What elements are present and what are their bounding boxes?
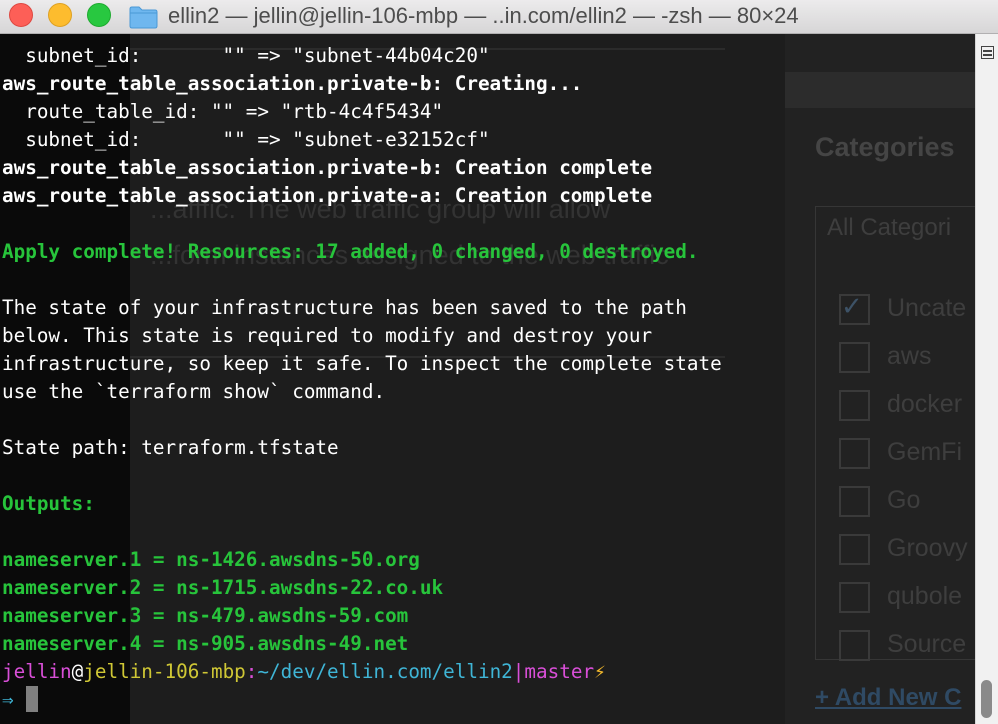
terminal-line: aws_route_table_association.private-a: C… [2, 184, 653, 207]
category-checkbox [839, 582, 870, 613]
shell-prompt: jellin@jellin-106-mbp:~/dev/ellin.com/el… [2, 658, 606, 686]
category-label: Source [887, 630, 967, 658]
terminal-line: below. This state is required to modify … [2, 324, 653, 347]
prompt-user: jellin [2, 660, 72, 683]
category-label: aws [887, 342, 932, 370]
prompt-at: @ [71, 660, 84, 683]
output-line: nameserver.4 = ns-905.awsdns-49.net [2, 632, 409, 655]
terminal-line: use the `terraform show` command. [2, 380, 386, 403]
category-checkbox [839, 390, 870, 421]
category-label: GemFi [887, 438, 962, 466]
prompt-path: ~/dev/ellin.com/ellin2 [257, 660, 513, 683]
terminal-line: infrastructure, so keep it safe. To insp… [2, 352, 722, 375]
text-cursor [25, 686, 38, 712]
terminal-line: route_table_id: "" => "rtb-4c4f5434" [2, 100, 444, 123]
category-checkbox [839, 438, 870, 469]
window-title: ellin2 — jellin@jellin-106-mbp — ..in.co… [168, 3, 799, 28]
command-input-line[interactable]: ⇒ [2, 686, 38, 714]
prompt-separator: | [512, 660, 525, 683]
category-checkbox-uncategorized: ✓ [839, 292, 870, 325]
output-line: nameserver.1 = ns-1426.awsdns-50.org [2, 548, 420, 571]
folder-icon [129, 6, 158, 29]
category-checkbox [839, 486, 870, 517]
scrollbar-thumb[interactable] [981, 680, 992, 718]
terminal-line: subnet_id: "" => "subnet-e32152cf" [2, 128, 490, 151]
output-line: nameserver.2 = ns-1715.awsdns-22.co.uk [2, 576, 444, 599]
prompt-branch: master [524, 660, 595, 683]
state-path-line: State path: terraform.tfstate [2, 436, 339, 459]
category-label: qubole [887, 582, 963, 610]
category-label: Groovy [887, 534, 968, 562]
category-checkbox [839, 342, 870, 373]
lightning-bolt-icon: ⚡ [594, 660, 606, 683]
category-checkbox [839, 630, 870, 661]
apply-complete-line: Apply complete! Resources: 17 added, 0 c… [2, 240, 699, 263]
terminal-line: aws_route_table_association.private-b: C… [2, 72, 583, 95]
window-titlebar[interactable]: ellin2 — jellin@jellin-106-mbp — ..in.co… [0, 0, 998, 34]
scrollbar-menu-icon[interactable] [981, 46, 994, 59]
checkmark-icon: ✓ [841, 292, 863, 322]
zoom-window-button[interactable] [87, 3, 111, 27]
add-new-category-link: + Add New C [815, 684, 962, 711]
categories-box [815, 206, 976, 660]
terminal-view[interactable]: Categories All Categori ✓ Uncate aws doc… [0, 34, 998, 724]
category-label: Go [887, 486, 921, 514]
prompt-arrow-icon: ⇒ [2, 688, 14, 711]
outputs-heading: Outputs: [2, 492, 95, 515]
categories-select: All Categori [827, 214, 952, 241]
category-label: docker [887, 390, 963, 418]
prompt-colon: : [245, 660, 258, 683]
minimize-window-button[interactable] [48, 3, 72, 27]
terminal-line: subnet_id: "" => "subnet-44b04c20" [2, 44, 490, 67]
category-label: Uncate [887, 294, 967, 322]
category-checkbox [839, 534, 870, 565]
terminal-line: aws_route_table_association.private-b: C… [2, 156, 653, 179]
vertical-scrollbar[interactable] [975, 34, 998, 724]
categories-heading: Categories [815, 132, 955, 162]
output-line: nameserver.3 = ns-479.awsdns-59.com [2, 604, 409, 627]
close-window-button[interactable] [9, 3, 33, 27]
prompt-host: jellin-106-mbp [83, 660, 246, 683]
terminal-line: The state of your infrastructure has bee… [2, 296, 687, 319]
